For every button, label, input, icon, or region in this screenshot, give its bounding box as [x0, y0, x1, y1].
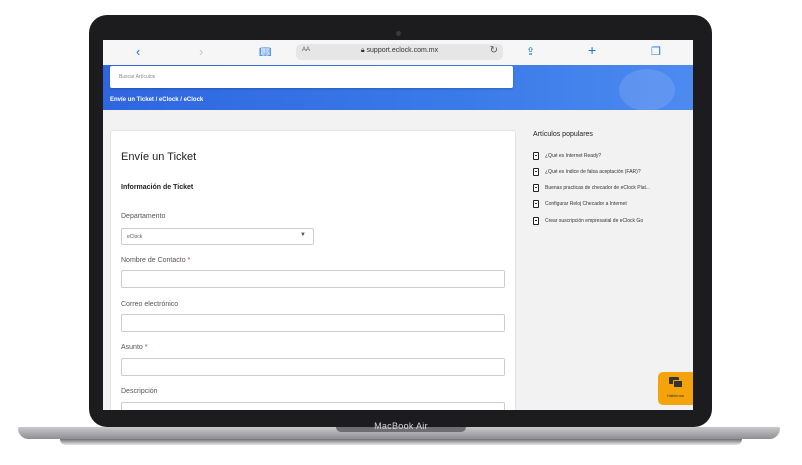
document-icon: [533, 168, 539, 176]
article-link[interactable]: ¿Qué es Internet Ready?: [533, 152, 683, 162]
search-placeholder: Buscar Artículos: [119, 74, 156, 80]
department-select[interactable]: eClock ▼: [121, 228, 314, 245]
contact-name-input[interactable]: [121, 270, 505, 288]
forward-icon[interactable]: ›: [199, 44, 203, 60]
address-bar[interactable]: AA 🔒︎ support.eclock.com.mx ↻: [296, 44, 503, 60]
description-textarea[interactable]: [121, 402, 505, 410]
article-title[interactable]: ¿Qué es Internet Ready?: [545, 153, 601, 159]
share-icon[interactable]: ⇪: [526, 44, 535, 60]
tabs-icon[interactable]: ❐: [651, 44, 661, 60]
document-icon: [533, 217, 539, 225]
subject-input[interactable]: [121, 358, 505, 376]
document-icon: [533, 184, 539, 192]
email-input[interactable]: [121, 314, 505, 332]
article-title[interactable]: Configurar Reloj Checador a Internet: [545, 201, 627, 207]
article-link[interactable]: Configurar Reloj Checador a Internet: [533, 200, 683, 210]
search-input[interactable]: Buscar Artículos: [110, 66, 513, 88]
article-title[interactable]: Buenas practicas de checador de eClock P…: [545, 185, 650, 191]
screen: ‹ › 📖︎ AA 🔒︎ support.eclock.com.mx ↻ ⇪ +…: [103, 40, 693, 410]
subject-label: Asunto *: [121, 344, 147, 351]
article-title[interactable]: ¿Qué es índice de falsa aceptación (FAR)…: [545, 169, 641, 175]
reload-icon[interactable]: ↻: [490, 45, 498, 56]
chat-bubbles-icon: [669, 377, 683, 388]
caret-down-icon: ▼: [300, 232, 306, 238]
document-icon: [533, 200, 539, 208]
camera-icon: [396, 31, 401, 36]
form-section-title: Información de Ticket: [121, 184, 194, 191]
article-link[interactable]: Crear suscripción empresarial de eClock …: [533, 217, 683, 227]
required-marker: *: [187, 257, 191, 264]
device-label: MacBook Air: [374, 421, 428, 431]
article-title[interactable]: Crear suscripción empresarial de eClock …: [545, 218, 643, 224]
back-icon[interactable]: ‹: [136, 44, 140, 60]
hero-decoration: [619, 69, 675, 111]
bookmarks-icon[interactable]: 📖︎: [259, 45, 272, 61]
new-tab-icon[interactable]: +: [588, 42, 596, 58]
description-label: Descripción: [121, 388, 158, 395]
breadcrumb[interactable]: Envíe un Ticket / eClock / eClock: [110, 97, 203, 103]
contact-label: Nombre de Contacto *: [121, 257, 190, 264]
document-icon: [533, 152, 539, 160]
browser-toolbar: ‹ › 📖︎ AA 🔒︎ support.eclock.com.mx ↻ ⇪ +…: [103, 40, 693, 66]
article-link[interactable]: ¿Qué es índice de falsa aceptación (FAR)…: [533, 168, 683, 178]
required-marker: *: [144, 344, 148, 351]
department-label: Departamento: [121, 213, 166, 220]
email-label: Correo electrónico: [121, 301, 179, 308]
url-text: 🔒︎ support.eclock.com.mx: [296, 47, 503, 55]
form-title: Envíe un Ticket: [121, 151, 197, 163]
laptop-base-shadow: [60, 439, 742, 445]
department-value: eClock: [127, 234, 143, 240]
chat-label: Háblenos: [667, 393, 684, 398]
chat-button[interactable]: Háblenos: [658, 372, 693, 405]
article-link[interactable]: Buenas practicas de checador de eClock P…: [533, 184, 683, 194]
url: support.eclock.com.mx: [366, 47, 439, 54]
hero-banner: Buscar Artículos Envíe un Ticket / eCloc…: [103, 65, 693, 111]
contact-label-text: Nombre de Contacto: [121, 257, 186, 264]
popular-articles-title: Artículos populares: [533, 131, 593, 138]
subject-label-text: Asunto: [121, 344, 143, 351]
ticket-form-card: Envíe un Ticket Información de Ticket De…: [110, 130, 516, 410]
